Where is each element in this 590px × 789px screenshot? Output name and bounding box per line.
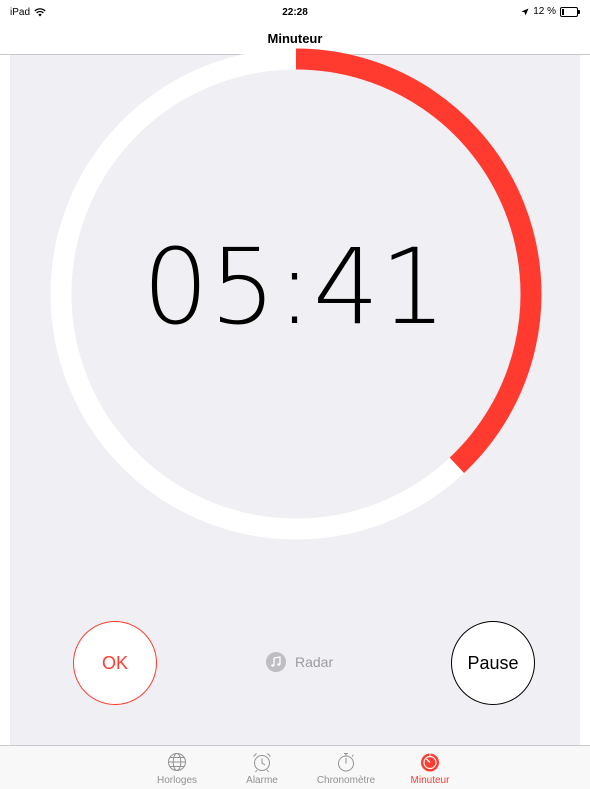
tab-minuteur-label: Minuteur: [410, 775, 450, 786]
timer-countdown: 05:41: [0, 235, 590, 339]
battery-percent: 12 %: [533, 6, 556, 17]
battery-icon: [560, 6, 580, 17]
sound-selector[interactable]: Radar: [266, 652, 333, 672]
tab-bar: Horloges Alarme Chronomètre Minuteur: [0, 745, 590, 789]
globe-icon: [168, 753, 186, 771]
timer-minutes: 05: [142, 226, 277, 348]
tab-horloges-label: Horloges: [156, 775, 198, 786]
timer-seconds: 41: [313, 226, 448, 348]
tab-chronometre[interactable]: Chronomètre: [306, 751, 386, 786]
tab-chronometre-label: Chronomètre: [316, 775, 376, 786]
stopwatch-icon: [338, 753, 354, 772]
pause-button[interactable]: Pause: [451, 621, 535, 705]
timer-separator: :: [276, 226, 314, 348]
sound-label: Radar: [295, 654, 334, 670]
tab-alarme-label: Alarme: [246, 775, 278, 786]
ok-button[interactable]: OK: [73, 621, 157, 705]
location-arrow-icon: [521, 8, 529, 15]
alarm-clock-icon: [253, 753, 271, 773]
pause-button-label: Pause: [467, 652, 519, 673]
tab-alarme[interactable]: Alarme: [222, 751, 302, 786]
music-note-icon: [266, 652, 286, 672]
battery-level: [562, 8, 564, 15]
page-title: Minuteur: [267, 31, 323, 46]
status-time: 22:28: [282, 7, 308, 18]
status-right: 12 %: [521, 6, 580, 17]
tab-horloges[interactable]: Horloges: [137, 751, 217, 786]
timer-icon: [421, 753, 439, 772]
status-bar: iPad 22:28 12 %: [0, 0, 590, 24]
ok-button-label: OK: [101, 652, 128, 673]
tab-minuteur[interactable]: Minuteur: [390, 751, 470, 786]
